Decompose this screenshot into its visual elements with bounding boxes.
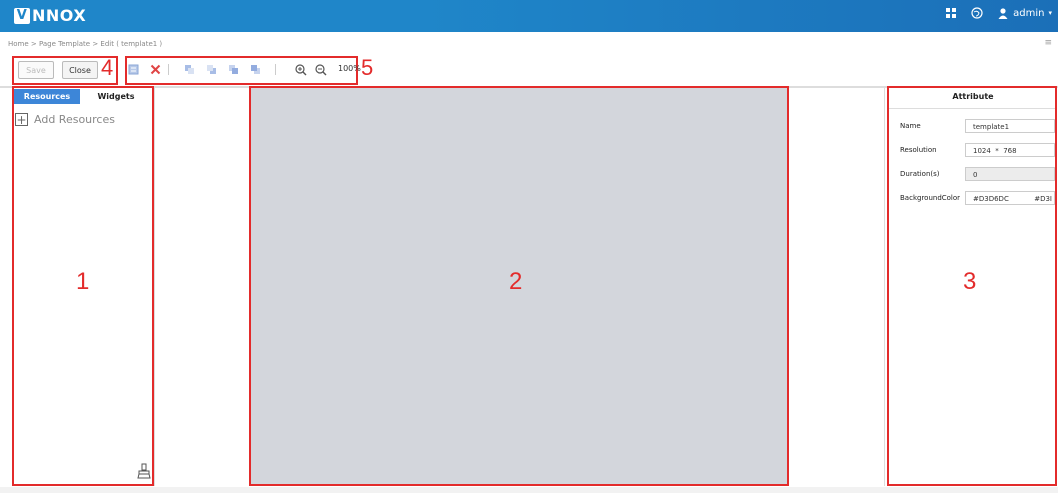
annotation-number-3: 3 (963, 268, 977, 295)
username: admin (1013, 7, 1045, 19)
top-bar (0, 0, 1058, 32)
collapse-icon[interactable]: ≡ (1044, 38, 1052, 48)
globe-icon[interactable] (971, 7, 983, 19)
user-icon (998, 8, 1008, 19)
logo-text: NNOX (32, 6, 87, 25)
app-logo: V NNOX (14, 6, 86, 25)
bring-to-front-icon[interactable] (228, 64, 239, 75)
top-right-controls: admin ▾ (945, 7, 1052, 19)
send-to-back-icon[interactable] (250, 64, 261, 75)
annotation-number-5: 5 (361, 55, 374, 80)
right-panel-border (884, 88, 885, 486)
logo-mark: V (14, 7, 30, 24)
zoom-level: 100% (338, 64, 361, 73)
zoom-in-icon[interactable] (295, 64, 307, 76)
toolbar-divider (168, 64, 169, 75)
breadcrumb: Home > Page Template > Edit ( template1 … (8, 40, 163, 48)
chevron-down-icon: ▾ (1048, 9, 1052, 17)
toolbar-divider (275, 64, 276, 75)
annotation-number-4: 4 (101, 55, 114, 80)
send-backward-icon[interactable] (206, 64, 217, 75)
grid-icon[interactable] (945, 7, 957, 19)
new-icon[interactable] (128, 64, 139, 75)
user-menu[interactable]: admin ▾ (997, 7, 1052, 19)
bottom-bar (0, 487, 1058, 493)
annotation-number-1: 1 (76, 268, 90, 295)
zoom-out-icon[interactable] (315, 64, 327, 76)
annotation-number-2: 2 (509, 268, 523, 295)
delete-icon[interactable] (150, 64, 161, 75)
bring-forward-icon[interactable] (184, 64, 195, 75)
